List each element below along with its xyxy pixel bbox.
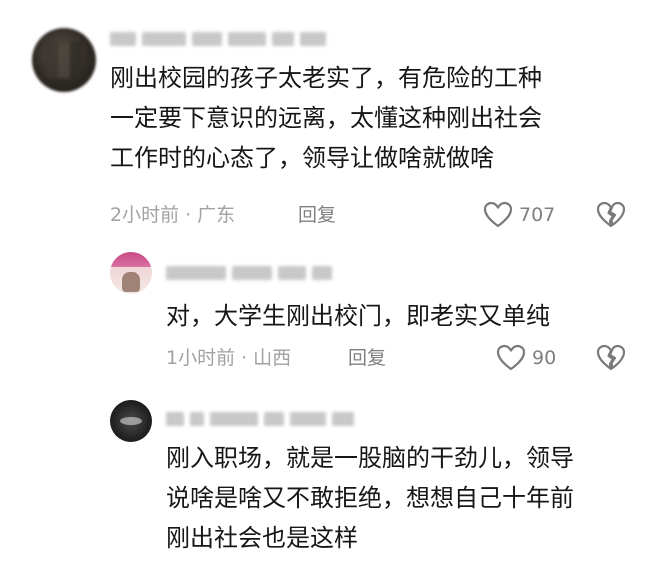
avatar-mosaic bbox=[46, 42, 82, 78]
location: 广东 bbox=[197, 204, 236, 226]
reply-text: 对，大学生刚出校门，即老实又单纯 bbox=[166, 296, 550, 336]
like-button[interactable]: 90 bbox=[496, 343, 556, 373]
avatar-figure bbox=[122, 272, 140, 292]
like-button[interactable]: 707 bbox=[483, 200, 555, 230]
heart-outline-icon bbox=[483, 201, 513, 228]
dislike-button[interactable] bbox=[596, 201, 626, 233]
separator-dot: · bbox=[185, 204, 192, 226]
reply-button[interactable]: 回复 bbox=[348, 343, 386, 373]
comment-text: 刚出校园的孩子太老实了，有危险的工种 一定要下意识的远离，太懂这种刚出社会 工作… bbox=[110, 58, 542, 178]
username-blurred[interactable] bbox=[166, 266, 338, 282]
broken-heart-icon bbox=[596, 201, 626, 228]
heart-outline-icon bbox=[496, 344, 526, 371]
comment-meta: 2小时前 · 广东 bbox=[110, 200, 235, 230]
username-blurred[interactable] bbox=[166, 412, 360, 428]
avatar-detail bbox=[120, 417, 142, 425]
reply-text-line: 说啥是啥又不敢拒绝，想想自己十年前 bbox=[166, 484, 574, 512]
comment-text-line: 一定要下意识的远离，太懂这种刚出社会 bbox=[110, 104, 542, 132]
reply-text: 刚入职场，就是一股脑的干劲儿，领导 说啥是啥又不敢拒绝，想想自己十年前 刚出社会… bbox=[166, 438, 574, 558]
avatar[interactable] bbox=[110, 252, 152, 294]
separator-dot: · bbox=[241, 347, 248, 369]
comment-text-line: 刚出校园的孩子太老实了，有危险的工种 bbox=[110, 64, 542, 92]
reply-text-line: 刚出社会也是这样 bbox=[166, 524, 358, 552]
reply-meta: 1小时前 · 山西 bbox=[166, 343, 291, 373]
comment-text-line: 工作时的心态了，领导让做啥就做啥 bbox=[110, 144, 494, 172]
reply-button[interactable]: 回复 bbox=[298, 200, 336, 230]
like-count: 90 bbox=[532, 347, 557, 369]
timestamp: 1小时前 bbox=[166, 347, 236, 369]
username-blurred[interactable] bbox=[110, 32, 332, 48]
like-count: 707 bbox=[519, 204, 556, 226]
timestamp: 2小时前 bbox=[110, 204, 180, 226]
location: 山西 bbox=[253, 347, 292, 369]
broken-heart-icon bbox=[596, 344, 626, 371]
reply-text-line: 对，大学生刚出校门，即老实又单纯 bbox=[166, 302, 550, 330]
dislike-button[interactable] bbox=[596, 344, 626, 376]
avatar[interactable] bbox=[110, 400, 152, 442]
reply-text-line: 刚入职场，就是一股脑的干劲儿，领导 bbox=[166, 444, 574, 472]
avatar[interactable] bbox=[32, 28, 96, 92]
